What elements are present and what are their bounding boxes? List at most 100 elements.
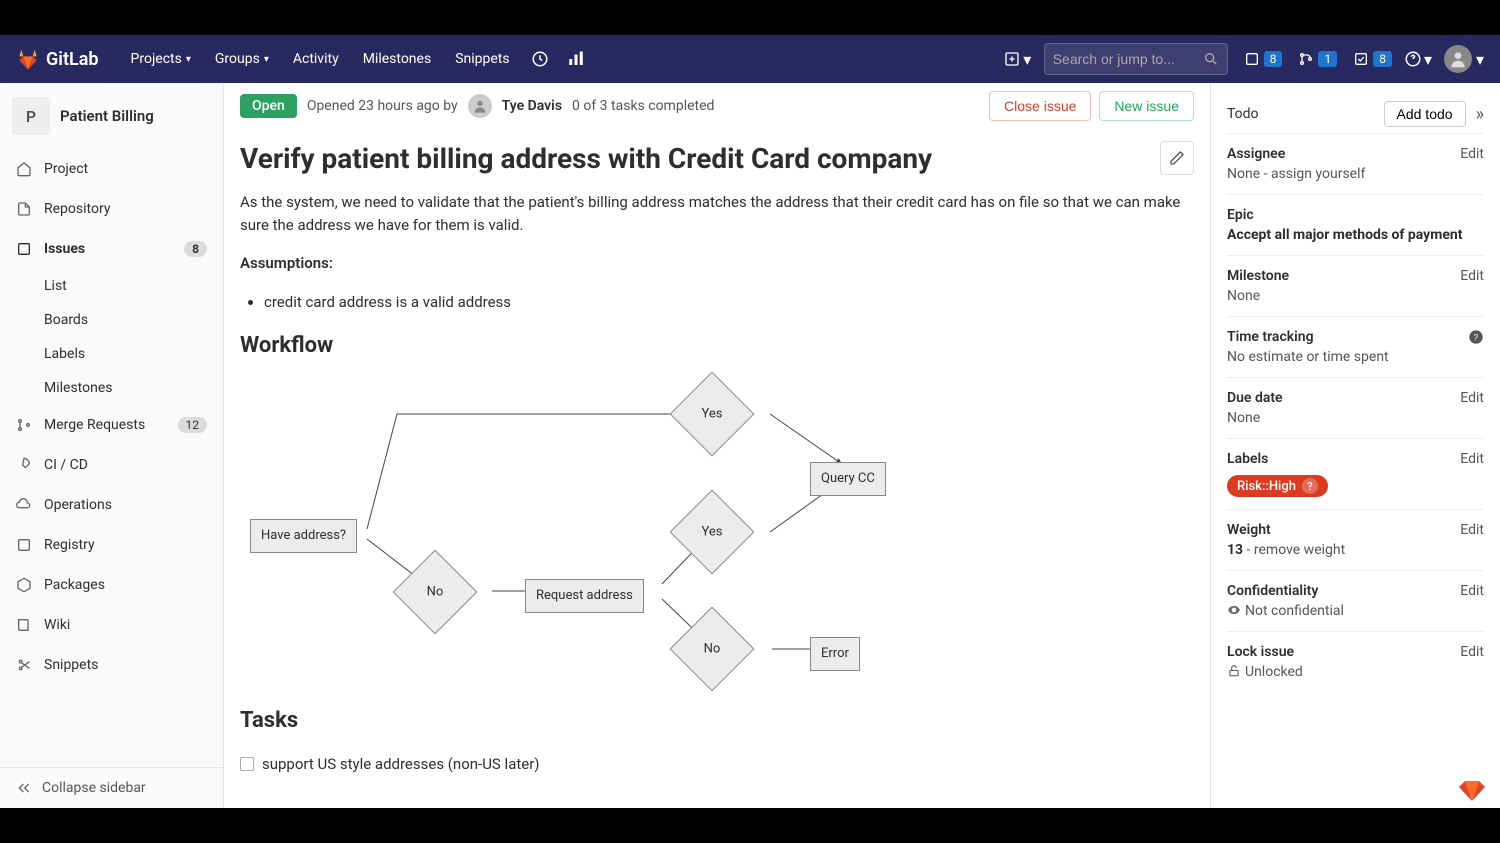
close-issue-button[interactable]: Close issue [989,91,1091,121]
sidebar-repository[interactable]: Repository [0,189,223,229]
add-todo-button[interactable]: Add todo [1384,101,1466,127]
opened-text: Opened 23 hours ago by [307,98,458,114]
author-name[interactable]: Tye Davis [502,98,562,114]
edit-labels[interactable]: Edit [1460,451,1484,467]
sidebar-snippets[interactable]: Snippets [0,645,223,685]
help-icon[interactable]: ▾ [1400,41,1436,77]
home-icon [16,161,32,177]
edit-title-button[interactable] [1160,141,1194,175]
sidebar-registry[interactable]: Registry [0,525,223,565]
nav-projects[interactable]: Projects▾ [119,51,203,67]
issue-description: As the system, we need to validate that … [240,191,1194,780]
epic-heading: Epic [1227,207,1254,223]
node-no-1: No [405,562,465,622]
eye-icon [1227,603,1241,617]
workflow-diagram: Have address? Yes No Request address Yes… [240,374,1194,684]
book-icon [16,617,32,633]
collapse-sidebar[interactable]: Collapse sidebar [0,767,223,808]
sidebar-issues-boards[interactable]: Boards [0,303,223,337]
pencil-icon [1169,150,1185,166]
search-input[interactable] [1053,51,1203,67]
nav-groups[interactable]: Groups▾ [203,51,281,67]
epic-value[interactable]: Accept all major methods of payment [1227,227,1484,243]
sidebar-issues-labels[interactable]: Labels [0,337,223,371]
edit-lock[interactable]: Edit [1460,644,1484,660]
timetrack-value: No estimate or time spent [1227,349,1484,365]
remove-weight[interactable]: - remove weight [1243,542,1345,558]
sidebar-merge-requests[interactable]: Merge Requests 12 [0,405,223,445]
todo-label: Todo [1227,106,1259,122]
top-navigation: GitLab Projects▾ Groups▾ Activity Milest… [0,35,1500,83]
merge-icon [16,417,32,433]
nav-issues-count[interactable]: 8 [1236,51,1291,67]
disk-icon [16,537,32,553]
sidebar-wiki[interactable]: Wiki [0,605,223,645]
sidebar-project[interactable]: Project [0,149,223,189]
nav-activity[interactable]: Activity [281,51,351,67]
assignee-heading: Assignee [1227,146,1285,162]
node-error: Error [810,637,860,671]
chart-icon[interactable] [558,41,594,77]
issues-icon [1244,51,1260,67]
assumption-item: credit card address is a valid address [264,291,1194,314]
sidebar-issues-milestones[interactable]: Milestones [0,371,223,405]
assignee-value[interactable]: None - assign yourself [1227,166,1484,182]
sidebar-operations[interactable]: Operations [0,485,223,525]
task-item[interactable]: support US style addresses (non-US later… [240,749,1194,780]
task-label: support US style addresses (non-US later… [262,753,540,776]
clock-icon[interactable] [522,41,558,77]
lock-heading: Lock issue [1227,644,1294,660]
svg-text:?: ? [1474,332,1479,343]
checkbox[interactable] [240,757,254,771]
edit-milestone[interactable]: Edit [1460,268,1484,284]
node-have-address: Have address? [250,519,357,553]
rocket-icon [16,457,32,473]
sidebar-issues-list[interactable]: List [0,269,223,303]
collapse-right-icon[interactable]: » [1476,104,1484,125]
help-icon[interactable]: ? [1468,329,1484,345]
brand-text: GitLab [46,49,99,70]
nav-mrs-count[interactable]: 1 [1290,51,1345,67]
duedate-heading: Due date [1227,390,1283,406]
scissors-icon [16,657,32,673]
tasks-progress: 0 of 3 tasks completed [572,98,714,114]
edit-weight[interactable]: Edit [1460,522,1484,538]
edit-confidentiality[interactable]: Edit [1460,583,1484,599]
confidentiality-value: Not confidential [1227,603,1484,619]
lock-value: Unlocked [1227,664,1484,680]
nav-milestones[interactable]: Milestones [351,51,444,67]
plus-icon[interactable]: ▾ [1000,41,1036,77]
sidebar-packages[interactable]: Packages [0,565,223,605]
cloud-icon [16,497,32,513]
workflow-heading: Workflow [240,329,1194,362]
chevron-left-icon [16,780,32,796]
sidebar-issues[interactable]: Issues 8 [0,229,223,269]
project-name: Patient Billing [60,107,154,125]
milestone-heading: Milestone [1227,268,1289,284]
nav-snippets[interactable]: Snippets [443,51,521,67]
search-box[interactable] [1044,43,1228,75]
node-no-2: No [682,619,742,679]
sidebar-cicd[interactable]: CI / CD [0,445,223,485]
new-issue-button[interactable]: New issue [1099,91,1194,121]
status-badge: Open [240,94,297,118]
nav-todos-count[interactable]: 8 [1345,51,1400,67]
gitlab-logo[interactable]: GitLab [16,47,99,71]
confidentiality-heading: Confidentiality [1227,583,1318,599]
author-avatar[interactable] [468,94,492,118]
edit-assignee[interactable]: Edit [1460,146,1484,162]
weight-heading: Weight [1227,522,1271,538]
label-risk-high[interactable]: Risk::High? [1227,475,1328,497]
chevron-down-icon[interactable]: ▾ [1476,50,1484,69]
duedate-value: None [1227,410,1484,426]
desc-paragraph: As the system, we need to validate that … [240,191,1194,236]
node-yes-2: Yes [682,502,742,562]
node-request-address: Request address [525,579,644,613]
gitlab-corner-icon [1454,767,1490,803]
chevron-down-icon: ▾ [186,54,191,65]
project-header[interactable]: P Patient Billing [0,83,223,149]
issue-title: Verify patient billing address with Cred… [240,142,1160,175]
user-avatar[interactable] [1444,45,1472,73]
project-avatar: P [12,97,50,135]
edit-duedate[interactable]: Edit [1460,390,1484,406]
